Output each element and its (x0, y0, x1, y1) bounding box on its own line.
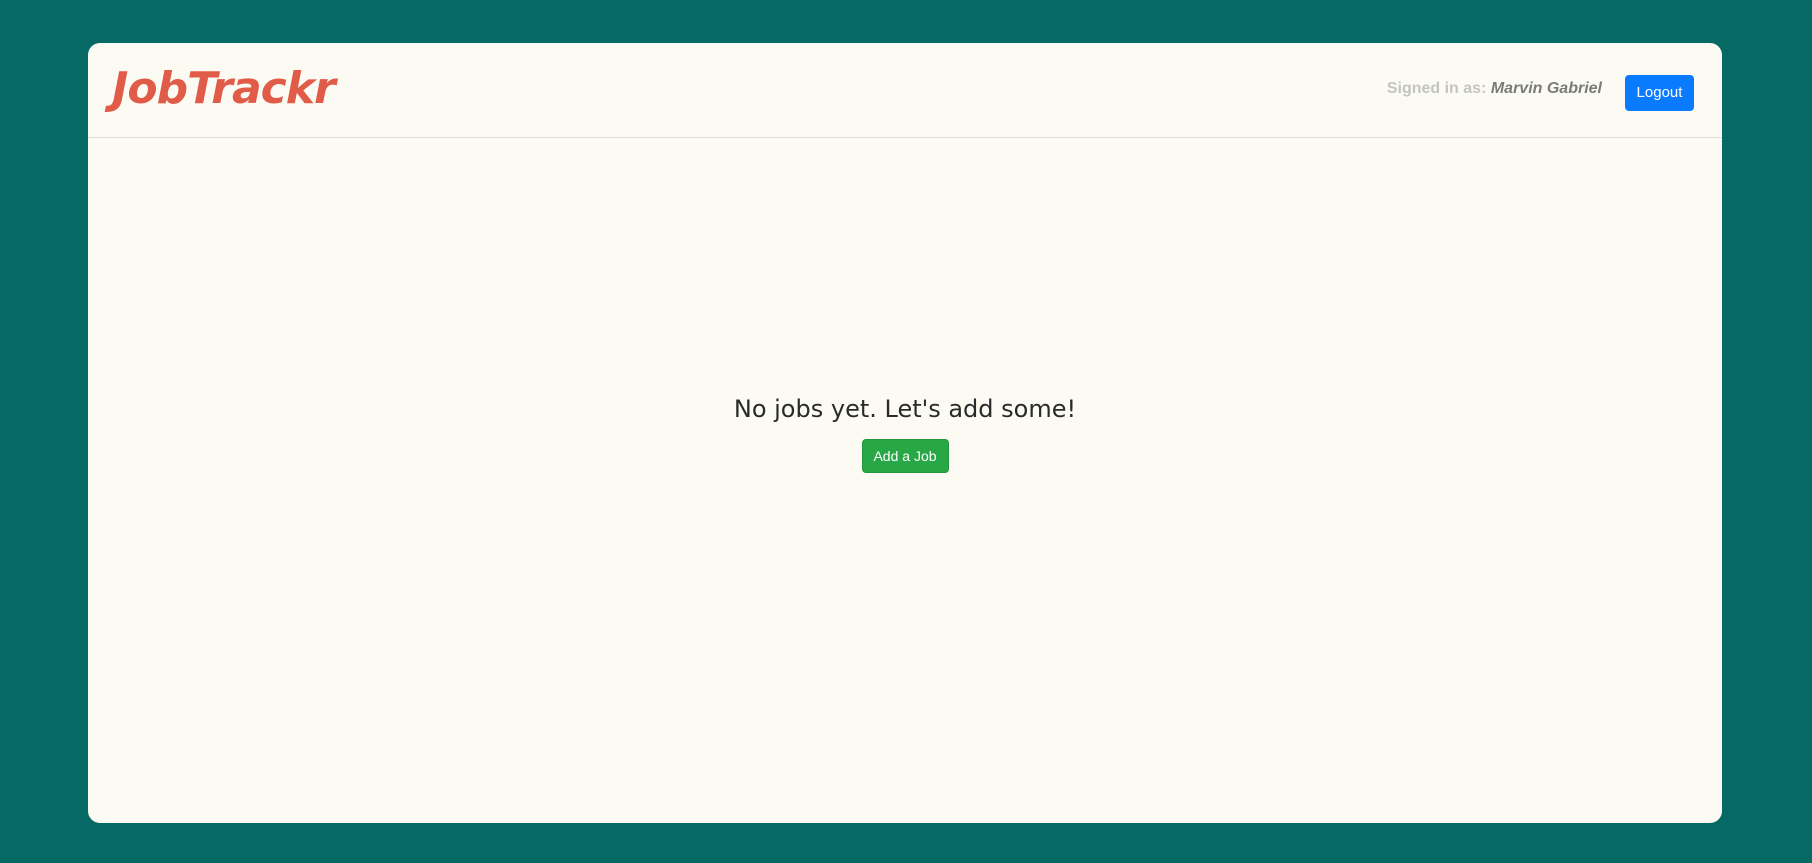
navbar: JobTrackr Signed in as: Marvin Gabriel L… (88, 43, 1722, 138)
signed-in-label: Signed in as: (1386, 80, 1491, 97)
empty-state-message: No jobs yet. Let's add some! (733, 395, 1077, 423)
main-card: JobTrackr Signed in as: Marvin Gabriel L… (88, 43, 1722, 823)
user-info: Signed in as: Marvin Gabriel (1387, 79, 1602, 99)
empty-state: No jobs yet. Let's add some! Add a Job (88, 393, 1722, 473)
add-job-button[interactable]: Add a Job (861, 439, 949, 473)
logout-button[interactable]: Logout (1625, 75, 1694, 111)
app-logo[interactable]: JobTrackr (112, 61, 336, 117)
user-name: Marvin Gabriel (1490, 80, 1602, 97)
